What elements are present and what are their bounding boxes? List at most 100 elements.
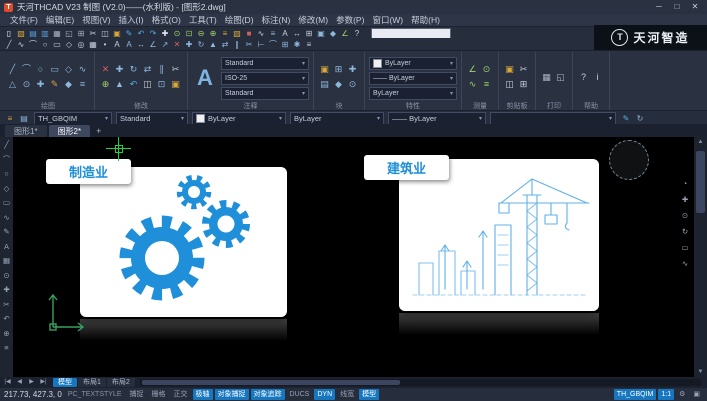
menu-item[interactable]: 视图(V) [78,14,114,26]
status-toggle[interactable]: 对象捕捉 [214,389,249,400]
document-tab[interactable]: 图形1* [5,125,47,137]
layer-properties-icon[interactable]: ≡ [4,113,16,124]
wblock-icon[interactable]: ▤ [318,78,331,91]
ribbon-combo[interactable]: Standard ▾ [221,56,309,70]
layout-tab[interactable]: 布局2 [106,377,135,387]
layout-nav-arrow[interactable]: |◀ [2,378,13,387]
menu-item[interactable]: 标注(N) [258,14,295,26]
zoom-icon[interactable]: ⊙ [680,211,691,221]
measure-icon[interactable]: ∠ [339,28,351,39]
create-block-icon[interactable]: ⊞ [332,63,345,76]
linetype-combo[interactable]: ByLayer ▾ [290,111,384,125]
preview-icon[interactable]: ◱ [554,71,567,84]
menu-item[interactable]: 编辑(E) [42,14,78,26]
menu-item[interactable]: 格式(O) [148,14,185,26]
annotation-scale-button[interactable]: 1:1 [658,389,675,400]
match-properties-icon[interactable]: ✎ [620,113,632,124]
undo-icon[interactable]: ↶ [135,28,147,39]
drawing-canvas[interactable]: 制造业 建筑业 [13,137,694,377]
layout-nav-arrow[interactable]: ◀ [14,378,25,387]
scale-icon[interactable]: ▲ [113,78,126,91]
stretch-icon[interactable]: ⊡ [155,78,168,91]
move-icon[interactable]: ✚ [1,285,12,295]
save-as-icon[interactable]: ▥ [39,28,51,39]
plot-settings-icon[interactable]: ⊞ [75,28,87,39]
menu-item[interactable]: 工具(T) [185,14,221,26]
sketch-icon[interactable]: ✎ [1,227,12,237]
layout-tab[interactable]: 布局1 [78,377,106,387]
match-properties-icon[interactable]: ✎ [123,28,135,39]
zoom-realtime-icon[interactable]: ⊙ [171,28,183,39]
menu-item[interactable]: 参数(P) [332,14,368,26]
single-text-icon[interactable]: A [111,39,123,50]
zoom-window-icon[interactable]: ⊡ [183,28,195,39]
help-icon[interactable]: ? [351,28,363,39]
properties-icon[interactable]: ≡ [303,39,315,50]
linetype-icon[interactable]: ∿ [255,28,267,39]
leader-icon[interactable]: ↗ [159,39,171,50]
zoom-icon[interactable]: ⊕ [1,329,12,339]
move-icon[interactable]: ✚ [183,39,195,50]
status-toggle[interactable]: 正交 [171,389,191,400]
paste-icon[interactable]: ▣ [503,63,516,76]
list-icon[interactable]: ≡ [1,343,12,353]
array-icon[interactable]: ⊞ [279,39,291,50]
lineweight-icon[interactable]: ≡ [267,28,279,39]
mirror-icon[interactable]: ⇄ [219,39,231,50]
layer-states-icon[interactable]: ▧ [231,28,243,39]
color-icon[interactable]: ■ [243,28,255,39]
offset-icon[interactable]: ∥ [231,39,243,50]
block-icon[interactable]: ▣ [315,28,327,39]
canvas-card-manufacturing[interactable] [80,167,287,317]
polygon-icon[interactable]: ◇ [62,63,75,76]
orbit-icon[interactable]: ↻ [680,227,691,237]
show-motion-icon[interactable]: ∿ [680,259,691,269]
point-icon[interactable]: • [99,39,111,50]
explode-icon[interactable]: ✱ [291,39,303,50]
copy-icon[interactable]: ◫ [503,78,516,91]
trim-icon[interactable]: ✂ [1,300,12,310]
document-tab[interactable]: 图形2* [48,125,91,137]
circle-icon[interactable]: ○ [39,39,51,50]
erase-icon[interactable]: ✕ [171,39,183,50]
list-icon[interactable]: ≡ [76,78,89,91]
clean-screen-button[interactable]: ▣ [690,389,703,400]
offset-icon[interactable]: ∥ [155,63,168,76]
undo-icon[interactable]: ↶ [1,314,12,324]
zoom-extents-icon[interactable]: ⊕ [207,28,219,39]
plot-icon[interactable]: ▦ [540,71,553,84]
ellipse-icon[interactable]: ◎ [75,39,87,50]
canvas-card-construction[interactable] [399,159,599,311]
new-icon[interactable]: ▯ [3,28,15,39]
about-icon[interactable]: i [591,71,604,84]
steering-wheel-icon[interactable]: ◔ [680,179,691,189]
circle-icon[interactable]: ○ [34,63,47,76]
polyline-icon[interactable]: ∿ [15,39,27,50]
menu-item[interactable]: 文件(F) [6,14,42,26]
paste-special-icon[interactable]: ⊞ [517,78,530,91]
arc-icon[interactable]: ⌒ [27,39,39,50]
spline-icon[interactable]: ∿ [76,63,89,76]
text-style-combo[interactable]: Standard ▾ [116,111,188,125]
copy-icon[interactable]: ◫ [141,78,154,91]
menu-item[interactable]: 修改(M) [294,14,332,26]
extend-icon[interactable]: ⊢ [255,39,267,50]
status-toggle[interactable]: 栅格 [149,389,169,400]
layout-tab[interactable]: 模型 [53,377,77,387]
status-toggle[interactable]: 对象追踪 [250,389,285,400]
spline-icon[interactable]: ∿ [1,213,12,223]
base-icon[interactable]: ⊙ [346,78,359,91]
rotate-icon[interactable]: ↻ [195,39,207,50]
preview-icon[interactable]: ◱ [63,28,75,39]
circle-icon[interactable]: ○ [1,169,12,179]
rectangle-icon[interactable]: ▭ [1,198,12,208]
layer-manager-icon[interactable]: ≡ [219,28,231,39]
ribbon-combo[interactable]: ByLayer ▾ [369,56,457,70]
text-icon[interactable]: A [1,242,12,252]
polygon-icon[interactable]: ◇ [63,39,75,50]
line-icon[interactable]: ╱ [3,39,15,50]
dim-angular-icon[interactable]: ∠ [147,39,159,50]
pan-icon[interactable]: ✚ [159,28,171,39]
polygon-icon[interactable]: ◇ [1,184,12,194]
dimension-icon[interactable]: ↔ [291,28,303,39]
